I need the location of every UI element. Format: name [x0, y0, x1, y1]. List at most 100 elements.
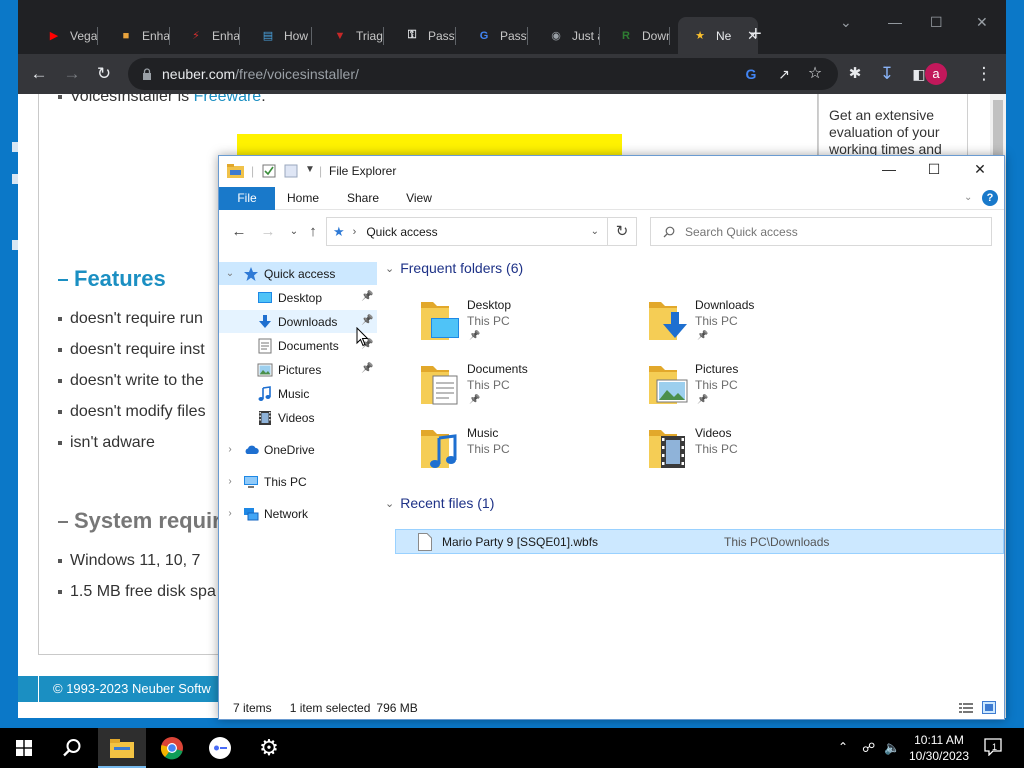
- nav-up-icon[interactable]: ↑: [304, 223, 322, 240]
- scrollbar-thumb[interactable]: [993, 100, 1003, 160]
- taskbar-file-explorer[interactable]: [98, 728, 146, 768]
- tree-item-onedrive[interactable]: › OneDrive: [219, 438, 377, 461]
- tree-item-documents[interactable]: Documents 📌: [219, 334, 377, 357]
- frequent-folder-pictures[interactable]: Pictures This PC 📌: [647, 360, 867, 416]
- notification-center-icon[interactable]: 1: [984, 738, 1002, 759]
- network-icon: [243, 506, 264, 522]
- minimize-button[interactable]: —: [888, 14, 902, 30]
- folder-location: This PC: [467, 378, 510, 392]
- help-icon[interactable]: ?: [982, 190, 998, 206]
- frequent-folder-videos[interactable]: Videos This PC: [647, 424, 867, 480]
- back-icon[interactable]: ←: [28, 63, 50, 85]
- google-lens-icon[interactable]: G: [740, 63, 762, 85]
- extensions-icon[interactable]: ✱: [844, 63, 866, 85]
- browser-tab[interactable]: ⚡ Enhan: [174, 17, 240, 54]
- taskbar-search-button[interactable]: [48, 728, 96, 768]
- recent-locations-icon[interactable]: ⌄: [285, 226, 303, 237]
- browser-tab[interactable]: ▶ Vegas: [32, 17, 98, 54]
- recent-files-header[interactable]: ⌄ Recent files (1): [385, 495, 494, 511]
- recent-file-row[interactable]: Mario Party 9 [SSQE01].wbfs This PC\Down…: [395, 529, 1004, 554]
- nav-back-icon[interactable]: ←: [230, 223, 248, 240]
- browser-tab[interactable]: ★ Ne ✕: [678, 17, 758, 54]
- browser-tab[interactable]: R Down: [604, 17, 670, 54]
- share-icon[interactable]: ↗: [773, 63, 795, 85]
- ribbon-tab-home[interactable]: Home: [281, 187, 325, 210]
- customize-qat-icon[interactable]: ▼: [305, 164, 315, 175]
- expand-chevron-icon[interactable]: ›: [225, 444, 235, 455]
- tree-item-this-pc[interactable]: › This PC: [219, 470, 377, 493]
- frequent-folder-music[interactable]: Music This PC: [419, 424, 639, 480]
- tree-item-music[interactable]: Music: [219, 382, 377, 405]
- tab-search-icon[interactable]: ⌄: [840, 14, 852, 31]
- new-folder-icon[interactable]: [284, 164, 298, 178]
- list-item: doesn't require inst: [58, 341, 205, 359]
- expand-ribbon-icon[interactable]: ⌄: [964, 192, 972, 203]
- details-view-icon[interactable]: [959, 702, 973, 714]
- pin-icon: 📌: [697, 330, 709, 340]
- profile-avatar[interactable]: a: [925, 63, 947, 85]
- menu-kebab-icon[interactable]: ⋮: [973, 63, 995, 85]
- reload-icon[interactable]: ↻: [93, 63, 115, 85]
- taskbar-chrome[interactable]: [148, 728, 196, 768]
- network-tray-icon[interactable]: ☍: [862, 740, 875, 756]
- download-icon[interactable]: ↧: [876, 63, 898, 85]
- taskbar-app[interactable]: [196, 728, 244, 768]
- browser-tab[interactable]: G Passw: [462, 17, 528, 54]
- address-bar[interactable]: neuber.com/free/voicesinstaller/: [128, 58, 838, 90]
- search-input[interactable]: [685, 224, 965, 239]
- browser-tab[interactable]: ◉ Just a: [534, 17, 600, 54]
- tab-title: Enhan: [142, 28, 170, 43]
- volume-muted-icon[interactable]: 🔈: [884, 740, 900, 756]
- frequent-folder-downloads[interactable]: Downloads This PC 📌: [647, 296, 867, 352]
- taskbar-settings[interactable]: ⚙: [245, 728, 293, 768]
- forward-icon[interactable]: →: [61, 63, 83, 85]
- tree-item-quick-access[interactable]: ⌄ Quick access: [219, 262, 377, 285]
- folder-name: Music: [467, 426, 499, 440]
- expand-chevron-icon[interactable]: ›: [225, 476, 235, 487]
- frequent-folder-desktop[interactable]: Desktop This PC 📌: [419, 296, 639, 352]
- globe-icon: ◉: [551, 30, 561, 42]
- explorer-close-button[interactable]: ✕: [960, 161, 1000, 178]
- frequent-folder-documents[interactable]: Documents This PC 📌: [419, 360, 639, 416]
- start-button[interactable]: [0, 728, 48, 768]
- maximize-button[interactable]: ☐: [930, 14, 943, 31]
- browser-tab[interactable]: ▤ How I: [246, 17, 312, 54]
- folder-location: This PC: [467, 314, 510, 328]
- show-hidden-icons[interactable]: ⌃: [838, 740, 848, 754]
- large-icons-view-icon[interactable]: [982, 701, 996, 714]
- folder-location: This PC: [467, 442, 510, 456]
- refresh-button[interactable]: ↻: [608, 217, 637, 246]
- explorer-maximize-button[interactable]: ☐: [914, 161, 954, 178]
- expand-chevron-icon[interactable]: ›: [225, 508, 235, 519]
- ribbon-tab-view[interactable]: View: [397, 187, 441, 210]
- star-icon: ★: [695, 30, 705, 42]
- file-icon: [418, 532, 432, 551]
- browser-tab[interactable]: ■ Enhan: [104, 17, 170, 54]
- tree-item-downloads[interactable]: Downloads 📌: [219, 310, 377, 333]
- tree-item-desktop[interactable]: Desktop 📌: [219, 286, 377, 309]
- tab-title: Passw: [500, 28, 528, 43]
- ribbon-tab-share[interactable]: Share: [341, 187, 385, 210]
- nav-forward-icon[interactable]: →: [259, 223, 277, 240]
- browser-tab[interactable]: ⚿ Passw: [390, 17, 456, 54]
- taskbar-clock[interactable]: 10:11 AM 10/30/2023: [908, 732, 970, 764]
- tree-item-pictures[interactable]: Pictures 📌: [219, 358, 377, 381]
- pin-icon: 📌: [361, 291, 374, 302]
- bookmark-star-icon[interactable]: ☆: [804, 63, 826, 85]
- tree-item-videos[interactable]: Videos: [219, 406, 377, 429]
- status-size: 796 MB: [376, 701, 418, 715]
- explorer-address-bar[interactable]: ★ › Quick access ⌄: [326, 217, 608, 246]
- explorer-search-box[interactable]: [650, 217, 992, 246]
- ribbon-tab-file[interactable]: File: [219, 187, 275, 210]
- properties-icon[interactable]: [262, 164, 276, 178]
- address-dropdown-icon[interactable]: ⌄: [591, 226, 599, 237]
- browser-tab[interactable]: ▼ Triage: [318, 17, 384, 54]
- frequent-folders-header[interactable]: ⌄ Frequent folders (6): [385, 260, 523, 276]
- tree-item-network[interactable]: › Network: [219, 502, 377, 525]
- expand-chevron-icon[interactable]: ⌄: [225, 268, 235, 279]
- freeware-link[interactable]: Freeware: [194, 94, 262, 105]
- new-tab-button[interactable]: +: [750, 24, 762, 44]
- explorer-minimize-button[interactable]: —: [869, 161, 909, 177]
- close-button[interactable]: ✕: [976, 14, 988, 31]
- chrome-icon: [160, 737, 183, 760]
